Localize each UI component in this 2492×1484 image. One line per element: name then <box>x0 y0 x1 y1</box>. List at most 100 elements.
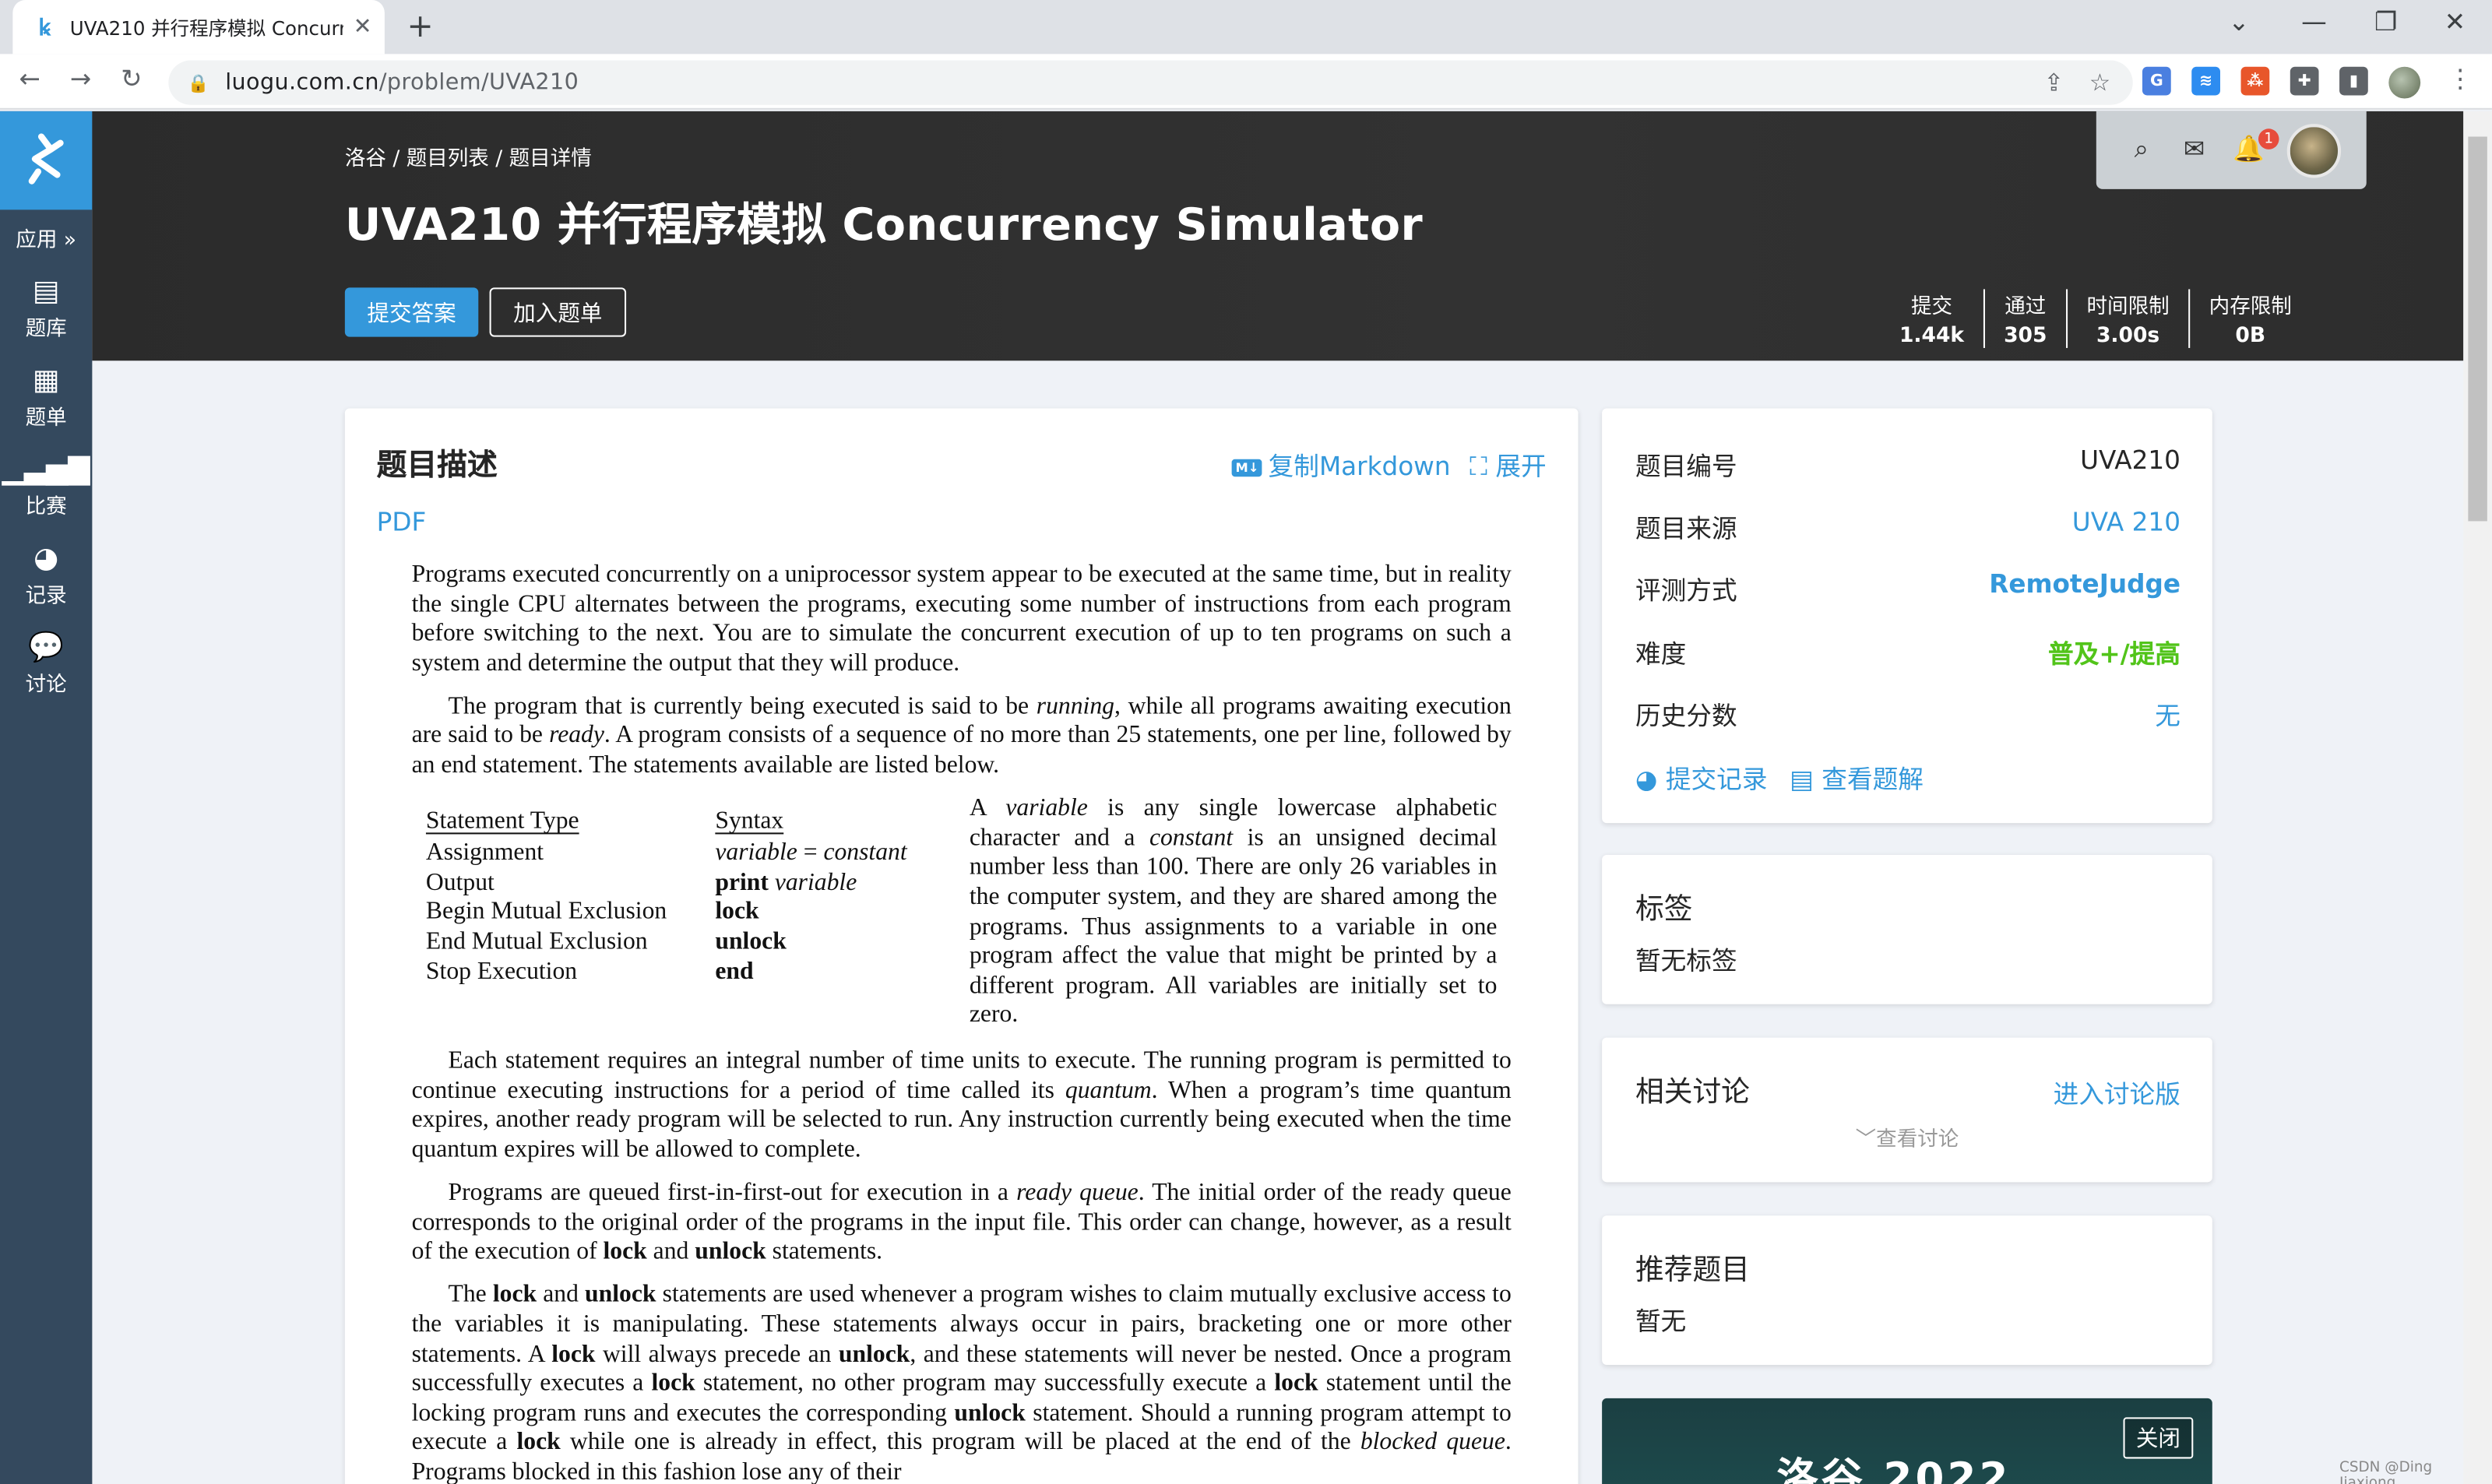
browser-menu-icon[interactable]: ⋮ <box>2448 64 2473 94</box>
sidebar-item-records[interactable]: ◕ 记录 <box>0 542 92 609</box>
description-actions: M↓ 复制Markdown ⛶ 展开 <box>1232 445 1547 483</box>
section-title: 题目描述 <box>376 448 498 484</box>
problem-text: Programs executed concurrently on a unip… <box>412 561 1512 1484</box>
info-label: 题目来源 <box>1635 513 1737 543</box>
info-row-history: 历史分数 无 <box>1635 695 2180 733</box>
text: unlock <box>695 1238 766 1265</box>
bookmark-star-icon[interactable]: ☆ <box>2089 69 2110 97</box>
submit-answer-button[interactable]: 提交答案 <box>344 287 479 337</box>
notification-badge: 1 <box>2258 128 2279 149</box>
page-title: UVA210 并行程序模拟 Concurrency Simulator <box>344 199 1424 251</box>
luogu-logo-icon[interactable] <box>0 111 93 210</box>
text: lock <box>551 1340 596 1368</box>
minimize-icon[interactable]: — <box>2301 6 2327 37</box>
column-header: Statement Type <box>425 807 579 835</box>
sidebar-item-lists[interactable]: ▦ 题单 <box>0 364 92 431</box>
info-row-id: 题目编号 UVA210 <box>1635 445 2180 483</box>
table-cell: end <box>715 958 906 987</box>
text: statements. <box>766 1238 883 1265</box>
judge-link[interactable]: RemoteJudge <box>1989 569 2180 607</box>
info-label: 历史分数 <box>1635 700 1737 731</box>
text: A <box>969 794 1006 822</box>
window-close-icon[interactable]: ✕ <box>2444 6 2466 37</box>
stat-memory-limit: 内存限制 0B <box>2188 289 2311 348</box>
text: unlock <box>838 1340 910 1368</box>
table-row: Begin Mutual Exclusion lock <box>426 898 907 928</box>
banner-close-button[interactable]: 关闭 <box>2123 1417 2194 1459</box>
submission-records-link[interactable]: ◕ 提交记录 <box>1635 758 1768 796</box>
translate-extension-icon[interactable]: G <box>2142 66 2171 96</box>
card-title: 相关讨论 <box>1635 1075 1750 1109</box>
table-cell: End Mutual Exclusion <box>425 927 648 955</box>
restore-icon[interactable]: ❐ <box>2374 6 2397 37</box>
text: running <box>1036 692 1114 720</box>
breadcrumb[interactable]: 洛谷 / 题目列表 / 题目详情 <box>345 142 592 172</box>
text: constant <box>823 839 907 867</box>
tab-title: UVA210 并行程序模拟 Concurrency Simulator <box>69 16 343 39</box>
table-cell: variable = constant <box>715 839 906 869</box>
view-solutions-link[interactable]: ▤ 查看题解 <box>1790 758 1924 796</box>
text: = <box>797 839 824 867</box>
sidebar-item-problems[interactable]: ▤ 题库 <box>0 275 92 342</box>
table-cell: lock <box>715 898 906 928</box>
add-to-list-button[interactable]: 加入题单 <box>489 287 627 337</box>
table-row: Stop Execution end <box>426 958 907 987</box>
chat-icon: 💬 <box>28 631 65 665</box>
tree-extension-icon[interactable]: ⁂ <box>2240 66 2270 96</box>
expand-icon: ⛶ <box>1470 451 1496 482</box>
statement-section: Statement Type Syntax Assignment variabl… <box>412 795 1512 1033</box>
page-root: ꝃ UVA210 并行程序模拟 Concurrency Simulator ✕ … <box>0 0 2492 1484</box>
sidebar-item-discuss[interactable]: 💬 讨论 <box>0 631 92 698</box>
browser-tab[interactable]: ꝃ UVA210 并行程序模拟 Concurrency Simulator ✕ <box>12 0 385 55</box>
page-scrollbar[interactable] <box>2463 111 2492 1484</box>
share-icon[interactable]: ⇪ <box>2043 69 2064 97</box>
sidebar-apps-toggle[interactable]: 应用 » <box>0 223 92 253</box>
text: variable <box>715 839 797 867</box>
promo-banner[interactable]: 洛谷 2022 关闭 <box>1602 1398 2212 1484</box>
info-label: 题目编号 <box>1635 451 1737 482</box>
address-bar[interactable]: 🔒 luogu.com.cn/problem/UVA210 ⇪ ☆ <box>168 60 2133 105</box>
tab-search-icon[interactable]: ⌄ <box>2228 6 2249 37</box>
pie-chart-icon: ◕ <box>1635 764 1666 795</box>
book-icon: ▤ <box>32 275 60 308</box>
stat-value: 3.00s <box>2096 324 2160 348</box>
forward-icon[interactable]: → <box>70 64 91 94</box>
table-cell: Stop Execution <box>425 957 578 985</box>
table-row: End Mutual Exclusion unlock <box>426 928 907 958</box>
text: unlock <box>715 927 787 955</box>
lock-icon: 🔒 <box>187 72 209 93</box>
mail-icon[interactable]: ✉ <box>2184 133 2205 164</box>
view-discussion-toggle[interactable]: ﹀查看讨论 <box>1602 1122 2212 1152</box>
paragraph: Each statement requires an integral numb… <box>412 1047 1512 1166</box>
stat-label: 时间限制 <box>2086 295 2170 320</box>
info-label: 难度 <box>1635 638 1687 670</box>
text: The <box>448 1281 493 1309</box>
extensions-bar: G ≋ ⁂ ✚ ▮ <box>2142 66 2421 99</box>
profile-avatar[interactable] <box>2388 66 2421 99</box>
side-panel-icon[interactable]: ▮ <box>2339 66 2368 96</box>
sidebar-item-contests[interactable]: ▁▃▅▇ 比赛 <box>0 453 92 520</box>
reload-icon[interactable]: ↻ <box>121 64 142 94</box>
search-icon[interactable]: ⌕ <box>2135 133 2149 165</box>
copy-markdown-link[interactable]: M↓ 复制Markdown <box>1232 445 1451 483</box>
new-tab-button[interactable]: + <box>407 6 433 44</box>
stat-value: 305 <box>2004 324 2047 348</box>
source-link[interactable]: UVA 210 <box>2072 507 2180 545</box>
text: lock <box>516 1429 561 1456</box>
user-avatar[interactable] <box>2286 124 2342 178</box>
banner-title: 洛谷 2022 <box>1776 1455 2012 1484</box>
expand-label: 展开 <box>1495 451 1547 482</box>
text: Programs are queued first-in-first-out f… <box>448 1179 1017 1207</box>
enter-discussion-link[interactable]: 进入讨论版 <box>2054 1073 2180 1111</box>
puzzle-extension-icon[interactable]: ✚ <box>2290 66 2319 96</box>
stat-label: 提交 <box>1910 295 1953 320</box>
watermark: CSDN @Ding Jiaxiong <box>2339 1460 2433 1484</box>
tab-close-icon[interactable]: ✕ <box>354 14 372 40</box>
info-row-source: 题目来源 UVA 210 <box>1635 507 2180 545</box>
pdf-link[interactable]: PDF <box>377 507 427 537</box>
scrollbar-thumb[interactable] <box>2468 136 2487 522</box>
back-icon[interactable]: ← <box>19 64 40 94</box>
layers-extension-icon[interactable]: ≋ <box>2191 66 2220 96</box>
expand-link[interactable]: ⛶ 展开 <box>1470 445 1547 483</box>
text: ready <box>549 722 604 750</box>
